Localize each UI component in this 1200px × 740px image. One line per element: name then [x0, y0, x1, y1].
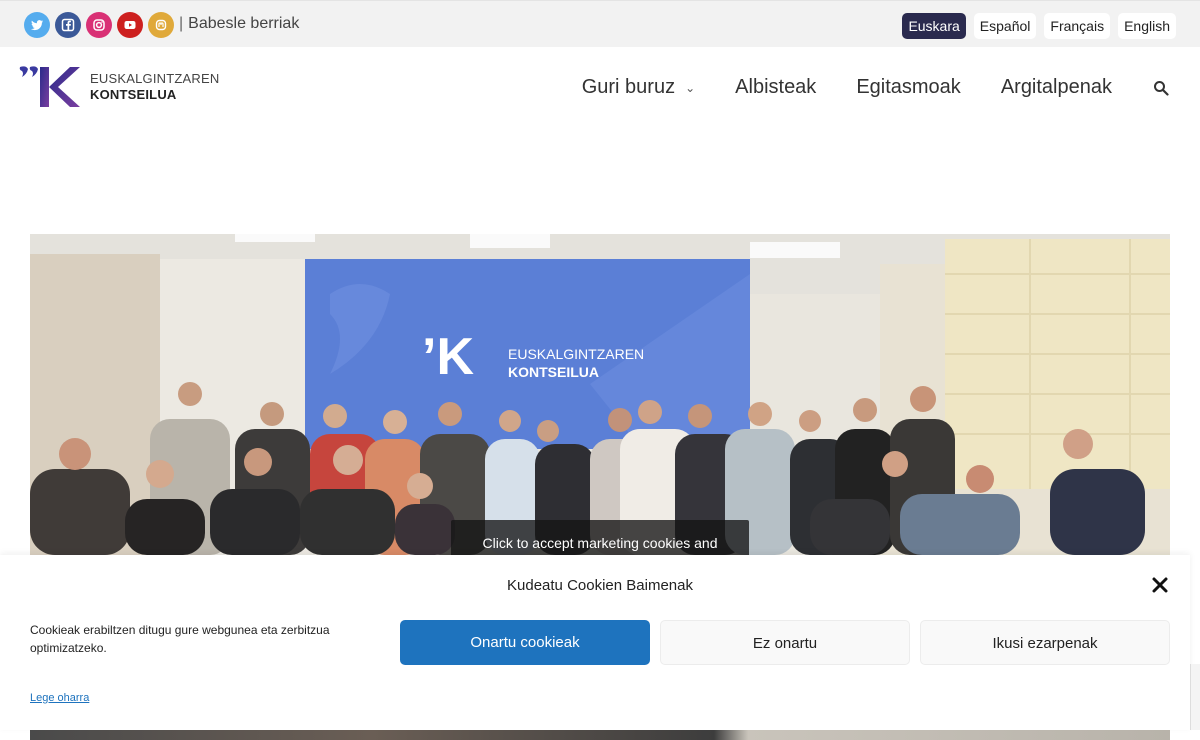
sponsors-link[interactable]: | Babesle berriak [179, 15, 299, 33]
cookie-title: Kudeatu Cookien Baimenak [507, 577, 693, 594]
main-nav: Guri buruz ⌄ Albisteak Egitasmoak Argita… [582, 76, 1112, 99]
logo-line2: KONTSEILUA [90, 87, 177, 102]
language-switcher: Euskara Español Français English [902, 13, 1176, 39]
banner-line2: KONTSEILUA [508, 364, 599, 380]
hero-video[interactable]: ’K EUSKALGINTZAREN KONTSEILUA [30, 234, 1170, 555]
top-bar: | Babesle berriak Euskara Español Françai… [0, 0, 1200, 47]
view-preferences-button[interactable]: Ikusi ezarpenak [920, 620, 1170, 665]
chevron-down-icon: ⌄ [685, 80, 696, 95]
lang-espanol[interactable]: Español [973, 13, 1037, 39]
logo-mark [19, 66, 80, 107]
nav-albisteak[interactable]: Albisteak [735, 76, 816, 99]
svg-text:’K: ’K [422, 328, 474, 386]
recaptcha-badge[interactable] [1190, 664, 1200, 730]
search-icon[interactable] [1153, 80, 1169, 96]
site-logo[interactable]: EUSKALGINTZAREN KONTSEILUA [18, 63, 219, 111]
lang-francais[interactable]: Français [1044, 13, 1111, 39]
sponsors-link-label[interactable]: Babesle berriak [188, 15, 299, 32]
accept-cookies-button[interactable]: Onartu cookieak [400, 620, 650, 665]
logo-line1: EUSKALGINTZAREN [90, 71, 220, 86]
next-image-strip [30, 730, 1170, 740]
youtube-icon[interactable] [117, 12, 143, 38]
nav-label: Guri buruz [581, 76, 676, 98]
legal-notice-link[interactable]: Lege oharra [30, 692, 89, 704]
social-links [24, 12, 174, 38]
cookie-placeholder-overlay[interactable]: Click to accept marketing cookies and [451, 520, 749, 555]
nav-egitasmoak[interactable]: Egitasmoak [856, 76, 961, 99]
lang-euskara[interactable]: Euskara [902, 13, 966, 39]
mastodon-icon[interactable] [148, 12, 174, 38]
nav-guri-buruz[interactable]: Guri buruz ⌄ [582, 76, 695, 99]
banner-line1: EUSKALGINTZAREN [508, 346, 644, 362]
lang-english[interactable]: English [1118, 13, 1176, 39]
instagram-icon[interactable] [86, 12, 112, 38]
deny-cookies-button[interactable]: Ez onartu [660, 620, 910, 665]
twitter-icon[interactable] [24, 12, 50, 38]
separator: | [179, 15, 184, 32]
close-icon[interactable] [1151, 576, 1169, 594]
facebook-icon[interactable] [55, 12, 81, 38]
hero-photo: ’K EUSKALGINTZAREN KONTSEILUA [30, 234, 1170, 555]
cookie-description: Cookieak erabiltzen ditugu gure webgunea… [30, 623, 330, 655]
cookie-banner: Kudeatu Cookien Baimenak Cookieak erabil… [0, 555, 1190, 730]
nav-argitalpenak[interactable]: Argitalpenak [1001, 76, 1112, 99]
